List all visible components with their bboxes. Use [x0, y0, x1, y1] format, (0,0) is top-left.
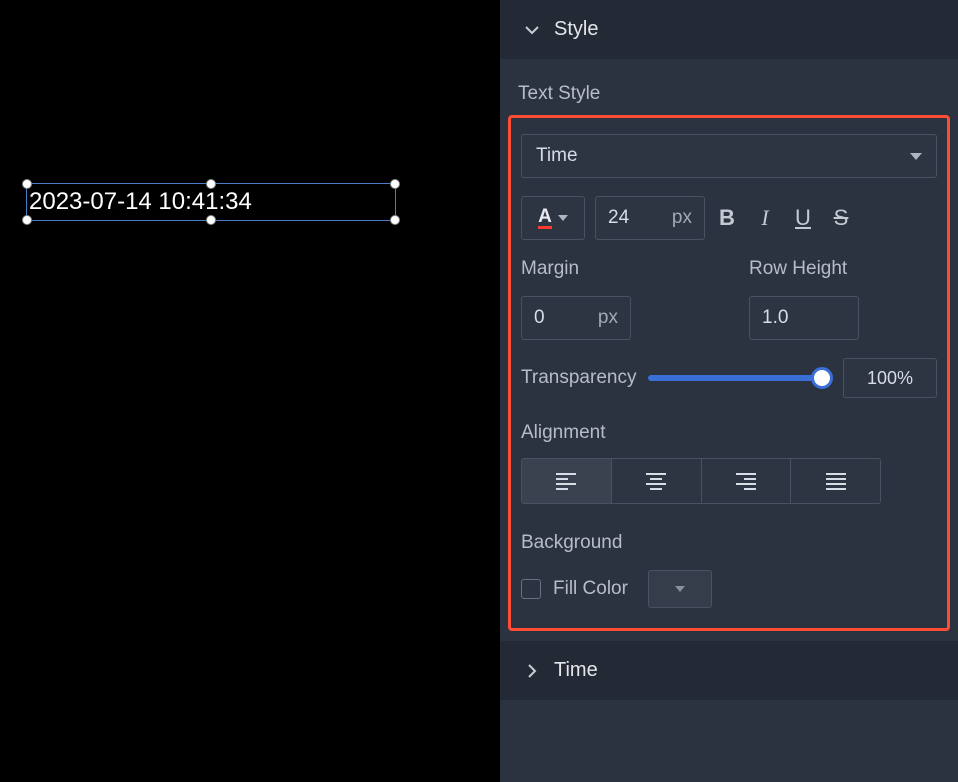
time-section-header[interactable]: Time [500, 641, 958, 700]
font-size-value: 24 [608, 207, 629, 229]
resize-handle-br[interactable] [390, 215, 400, 225]
font-size-input[interactable]: 24 px [595, 196, 705, 240]
time-section-label: Time [554, 659, 598, 682]
preset-select[interactable]: Time [521, 134, 937, 178]
row-height-label: Row Height [749, 258, 937, 280]
transparency-value-input[interactable]: 100% [843, 358, 937, 398]
bold-button[interactable]: B [715, 206, 739, 230]
fill-color-swatch[interactable] [648, 570, 712, 608]
resize-handle-bl[interactable] [22, 215, 32, 225]
resize-handle-tm[interactable] [206, 179, 216, 189]
resize-handle-tl[interactable] [22, 179, 32, 189]
selected-text-element[interactable]: 2023-07-14 10:41:34 [26, 183, 396, 221]
caret-down-icon [675, 586, 685, 592]
underline-button[interactable]: U [791, 206, 815, 230]
chevron-down-icon [524, 22, 540, 38]
italic-button[interactable]: I [753, 206, 777, 230]
caret-down-icon [910, 153, 922, 160]
font-color-icon: A [538, 207, 552, 229]
text-format-buttons: B I U S [715, 206, 853, 230]
caret-down-icon [558, 215, 568, 221]
style-section-body: Text Style Time A 24 px [500, 59, 958, 631]
resize-handle-bm[interactable] [206, 215, 216, 225]
preset-select-value: Time [536, 145, 578, 167]
canvas-area[interactable]: 2023-07-14 10:41:34 [0, 0, 500, 782]
align-right-button[interactable] [702, 459, 792, 503]
resize-handle-tr[interactable] [390, 179, 400, 189]
align-center-button[interactable] [612, 459, 702, 503]
text-style-heading: Text Style [500, 59, 958, 115]
transparency-label: Transparency [521, 367, 636, 389]
style-section-header[interactable]: Style [500, 0, 958, 59]
style-section-label: Style [554, 18, 598, 41]
margin-label: Margin [521, 258, 709, 280]
properties-panel: Style Text Style Time A 24 p [500, 0, 958, 782]
slider-thumb[interactable] [811, 367, 833, 389]
row-height-value: 1.0 [762, 307, 788, 329]
text-style-highlight: Time A 24 px B I U S [508, 115, 950, 631]
margin-input[interactable]: 0 px [521, 296, 631, 340]
row-height-input[interactable]: 1.0 [749, 296, 859, 340]
font-size-unit: px [672, 207, 692, 229]
alignment-label: Alignment [521, 422, 937, 444]
align-justify-button[interactable] [791, 459, 880, 503]
fill-color-label: Fill Color [553, 578, 628, 600]
margin-value: 0 [534, 307, 545, 329]
transparency-slider[interactable] [648, 375, 831, 381]
alignment-group [521, 458, 881, 504]
fill-color-checkbox[interactable] [521, 579, 541, 599]
background-label: Background [521, 532, 937, 554]
font-color-button[interactable]: A [521, 196, 585, 240]
transparency-value: 100% [867, 368, 913, 389]
margin-unit: px [598, 307, 618, 329]
chevron-right-icon [524, 663, 540, 679]
strikethrough-button[interactable]: S [829, 206, 853, 230]
align-left-button[interactable] [522, 459, 612, 503]
